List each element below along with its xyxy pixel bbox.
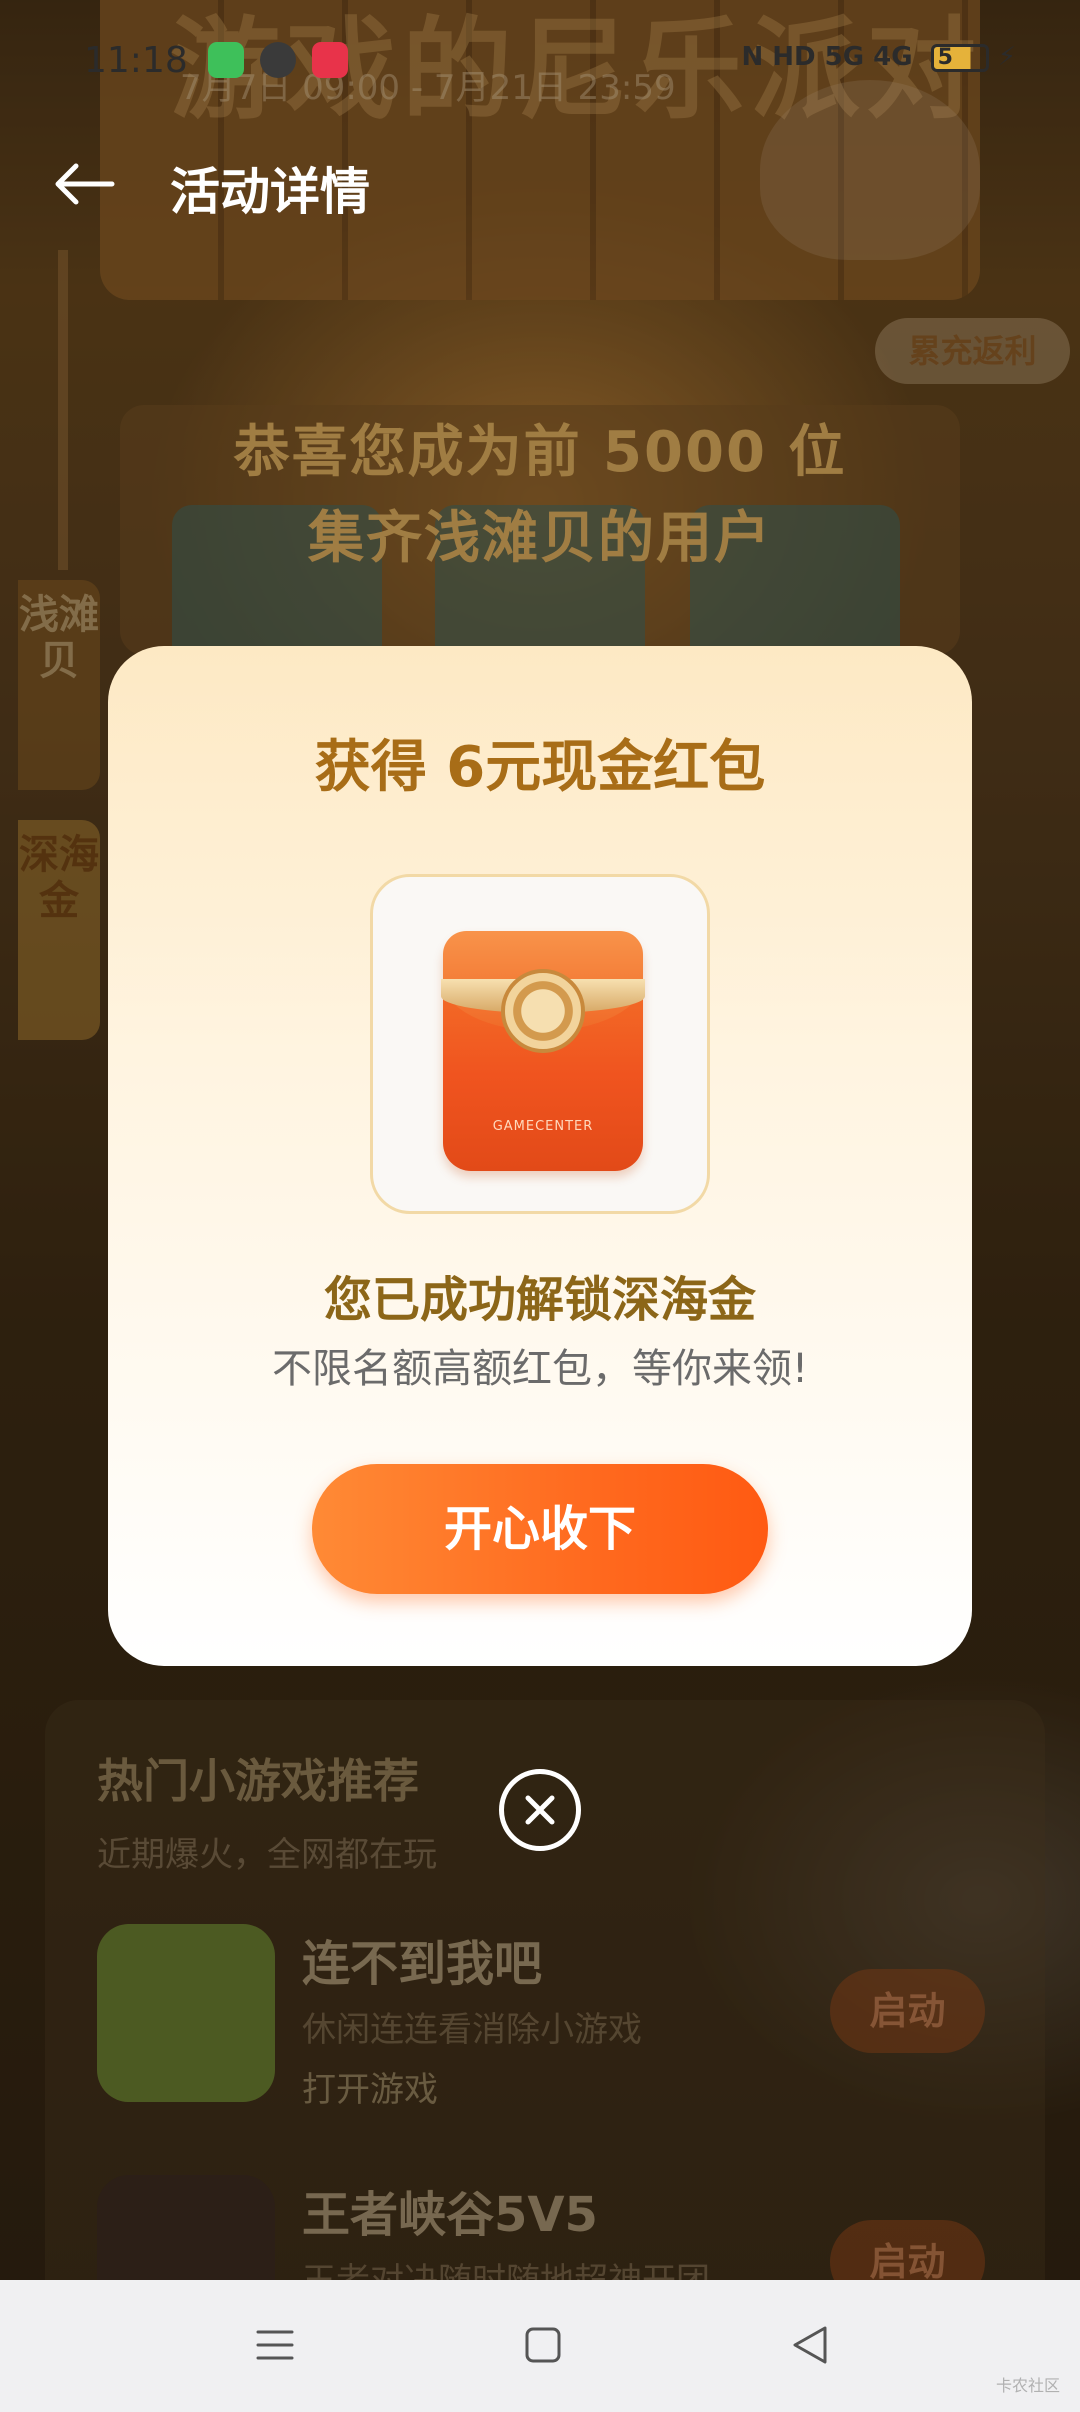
shopping-app-icon xyxy=(208,42,244,78)
status-time: 11:18 xyxy=(84,40,188,81)
red-envelope-icon: GAMECENTER xyxy=(441,931,645,1171)
back-triangle-icon[interactable] xyxy=(775,2310,845,2380)
prize-card: GAMECENTER xyxy=(370,874,710,1214)
reward-dialog: 获得 6元现金红包 GAMECENTER 您已成功解锁深海金 不限名额高额红包，… xyxy=(108,646,972,1666)
charging-icon: ⚡ xyxy=(997,42,1016,72)
battery-icon: 5 xyxy=(930,43,989,72)
home-icon[interactable] xyxy=(508,2310,578,2380)
envelope-seal-icon xyxy=(501,969,585,1053)
mall-app-icon xyxy=(312,42,348,78)
watermark-text: 卡农社区 xyxy=(995,2376,1060,2395)
reward-title: 获得 6元现金红包 xyxy=(314,735,766,800)
unlock-message: 您已成功解锁深海金 xyxy=(323,1272,756,1328)
page-title: 活动详情 xyxy=(170,163,370,221)
system-nav-bar: 卡农社区 xyxy=(0,2280,1080,2412)
top-app-bar: 活动详情 xyxy=(0,130,1080,240)
status-icons: N HD 5G 4G 5 ⚡ xyxy=(741,42,1016,72)
menu-icon[interactable] xyxy=(240,2310,310,2380)
accept-button[interactable]: 开心收下 xyxy=(312,1464,768,1594)
browser-app-icon xyxy=(260,42,296,78)
status-bar: 11:18 N HD 5G 4G 5 ⚡ xyxy=(0,0,1080,120)
back-arrow-icon[interactable] xyxy=(48,148,120,220)
close-icon[interactable] xyxy=(499,1769,581,1851)
envelope-brand-label: GAMECENTER xyxy=(492,1119,594,1134)
network-icons: N HD 5G 4G xyxy=(741,42,913,72)
unlock-subtext: 不限名额高额红包，等你来领! xyxy=(271,1346,809,1392)
